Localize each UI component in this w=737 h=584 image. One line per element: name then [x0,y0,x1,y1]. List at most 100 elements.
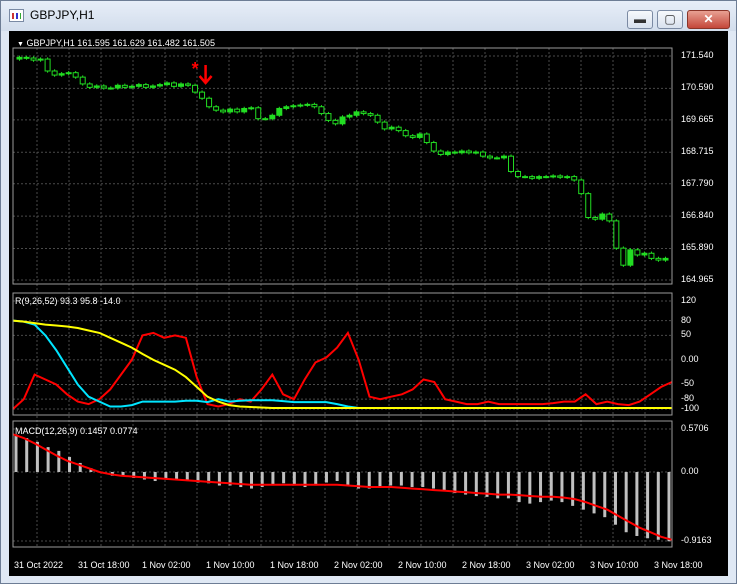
bull-candle [416,133,423,138]
stochastic-lines [12,319,673,410]
bull-candle [227,108,234,113]
price-axis-label: 168.715 [681,146,714,157]
arrow-down-icon [198,65,213,85]
bull-candle [178,83,185,87]
bear-candle [409,135,416,138]
bull-candle [262,118,269,121]
macd-histogram-bar [25,438,29,472]
bear-candle [451,151,458,154]
bull-candle [248,107,255,110]
macd-histogram-bar [14,434,18,472]
macd-histogram-bar [581,471,585,510]
bear-candle [86,83,93,88]
price-axis-label: 171.540 [681,50,714,60]
macd-histogram-bar [399,471,403,486]
bull-candle [16,56,23,60]
bear-candle [142,84,149,88]
bear-candle [395,126,402,132]
maximize-button[interactable]: ▢ [657,10,683,29]
bear-candle [234,108,241,113]
stoch-line-slow [12,319,672,409]
bull-candle [114,84,121,89]
bear-candle [206,97,213,108]
stoch-axis-label: 0.00 [681,353,699,364]
bull-candle [297,104,304,107]
bear-candle [100,85,107,89]
macd-histogram-bar [613,471,617,525]
chart-window-icon [9,9,24,22]
bull-candle [627,249,634,266]
price-axis-label: 167.790 [681,177,714,188]
chart-area[interactable]: * ▼ GBPJPY,H1 161.595 161.629 161.482 16… [9,31,728,576]
time-axis-label: 3 Nov 18:00 [654,560,703,570]
macd-histogram-bar [282,471,286,484]
bear-candle [508,155,515,172]
macd-histogram-bar [271,471,275,486]
bear-candle [367,113,374,116]
macd-histogram-bar [57,450,61,472]
macd-axis-label: -0.9163 [681,535,712,545]
stoch-axis-label: -50 [681,378,695,389]
bull-candle [290,105,297,108]
macd-histogram-bar [324,471,328,483]
time-axis-label: 2 Nov 10:00 [398,560,447,570]
macd-histogram-bar [453,471,457,494]
bull-candle [493,157,500,160]
bear-candle [79,76,86,85]
minimize-button[interactable]: ▬ [627,10,653,29]
stoch-line-fast [12,330,673,410]
bear-candle [121,84,128,88]
bull-candle [550,175,557,178]
title-bar[interactable]: GBPJPY,H1 ▬ ▢ ✕ [1,1,736,31]
bear-candle [255,107,262,120]
price-axis-label: 166.840 [681,210,714,221]
bull-candle [156,84,163,87]
macd-histogram-bar [624,471,628,533]
macd-histogram-bar [571,471,575,506]
bull-candle [458,150,465,154]
macd-histogram-bar [592,471,596,514]
bear-candle [381,121,388,130]
pane-border [12,292,673,416]
bull-candle [149,85,156,88]
macd-histogram-bar [442,471,446,491]
bear-candle [557,175,564,178]
macd-histogram-bar [410,471,414,488]
time-axis-label: 1 Nov 18:00 [270,560,319,570]
bull-candle [163,82,170,86]
chart-menu-triangle-icon[interactable]: ▼ [17,41,24,48]
stoch-axis-label: 120 [681,295,697,305]
bull-candle [128,85,135,88]
macd-histogram-bar [656,471,660,540]
bull-candle [388,126,395,130]
bull-candle [283,106,290,109]
bear-candle [199,91,206,99]
signal-marker: * [192,59,213,85]
macd-histogram-bar [528,471,532,504]
bear-candle [170,82,177,87]
macd-histogram-bar [517,471,521,503]
bear-candle [578,179,585,195]
bull-candle [564,176,571,179]
macd-series [12,433,673,542]
bear-candle [585,193,592,218]
bear-candle [44,58,51,72]
bear-candle [613,220,620,249]
close-button[interactable]: ✕ [687,10,730,29]
bear-candle [592,216,599,220]
bull-candle [65,72,72,75]
time-axis-label: 3 Nov 02:00 [526,560,575,570]
macd-histogram-bar [314,471,318,486]
bear-candle [620,247,627,266]
bear-candle [30,57,37,61]
bull-candle [500,155,507,159]
bull-candle [276,107,283,116]
stoch-axis-label: -80 [681,393,695,404]
macd-histogram-bar [346,471,350,486]
stoch-axis-label: -100 [681,403,700,413]
bear-candle [430,142,437,152]
macd-histogram-bar [646,471,650,539]
price-axis-label: 164.965 [681,274,714,284]
bear-candle [220,109,227,113]
bear-candle [648,252,655,259]
